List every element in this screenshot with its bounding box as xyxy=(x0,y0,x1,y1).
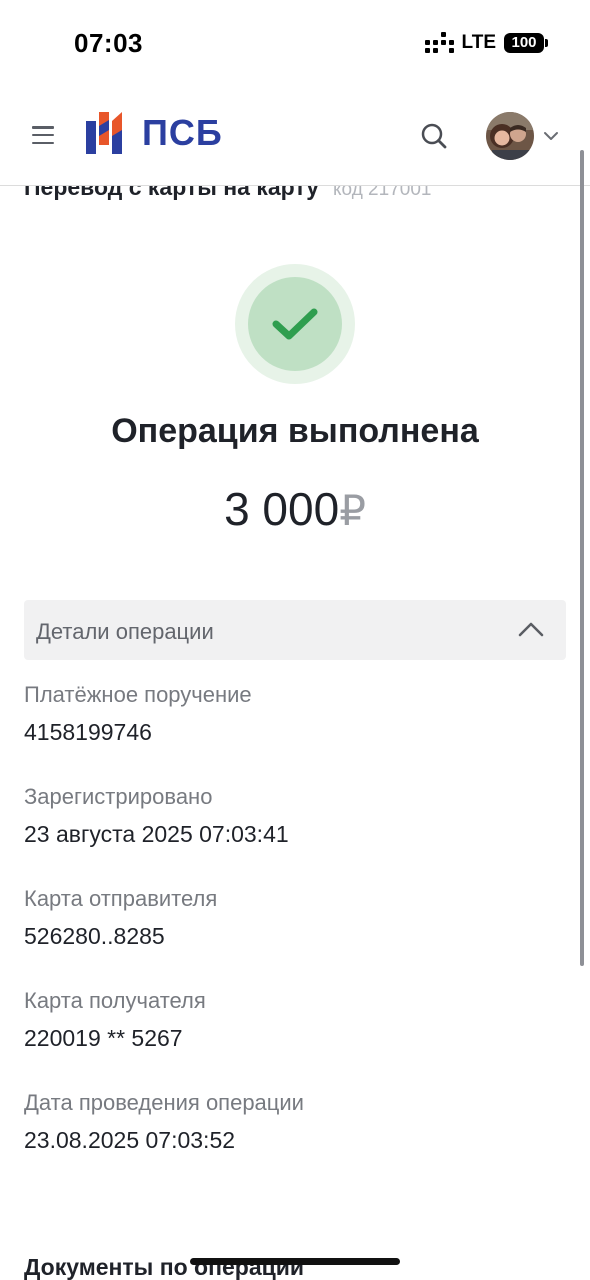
operation-status: Операция выполнена xyxy=(111,412,479,450)
operation-header: Перевод с карты на карту код 217001 xyxy=(24,186,431,201)
hamburger-menu-icon[interactable] xyxy=(32,126,54,144)
field-value: 220019 ** 5267 xyxy=(24,1025,183,1051)
field-payment-order: Платёжное поручение 4158199746 xyxy=(24,682,564,746)
network-type: LTE xyxy=(461,32,496,53)
field-value: 526280..8285 xyxy=(24,923,165,949)
currency-symbol: ₽ xyxy=(339,487,366,534)
field-value: 23 августа 2025 07:03:41 xyxy=(24,821,289,847)
app-header: ПСБ xyxy=(0,90,590,186)
amount-value: 3 000 xyxy=(224,483,340,535)
operation-amount: 3 000₽ xyxy=(0,482,590,536)
main-content[interactable]: Перевод с карты на карту код 217001 Опер… xyxy=(0,186,590,1280)
scrollbar[interactable] xyxy=(580,150,584,966)
logo-text: ПСБ xyxy=(142,112,223,153)
success-badge xyxy=(235,264,355,384)
field-registered: Зарегистрировано 23 августа 2025 07:03:4… xyxy=(24,784,564,848)
signal-icon xyxy=(424,32,454,53)
field-label: Карта отправителя xyxy=(24,886,218,911)
search-icon[interactable] xyxy=(420,122,448,150)
chevron-down-icon[interactable] xyxy=(543,130,559,142)
field-label: Платёжное поручение xyxy=(24,682,252,707)
status-bar: 07:03 LTE 100 xyxy=(0,0,590,90)
battery-icon: 100 xyxy=(504,33,548,53)
user-avatar[interactable] xyxy=(486,112,534,160)
field-recipient-card: Карта получателя 220019 ** 5267 xyxy=(24,988,564,1052)
field-label: Дата проведения операции xyxy=(24,1090,304,1115)
home-indicator[interactable] xyxy=(190,1258,400,1265)
logo-mark-icon xyxy=(86,112,122,154)
success-circle xyxy=(248,277,342,371)
operation-title: Перевод с карты на карту xyxy=(24,186,320,200)
bank-logo[interactable]: ПСБ xyxy=(86,112,223,154)
details-toggle-label: Детали операции xyxy=(36,619,214,644)
field-value: 4158199746 xyxy=(24,719,152,745)
status-time: 07:03 xyxy=(74,28,143,58)
chevron-up-icon[interactable] xyxy=(518,620,544,638)
field-label: Карта получателя xyxy=(24,988,206,1013)
field-value: 23.08.2025 07:03:52 xyxy=(24,1127,236,1153)
field-label: Зарегистрировано xyxy=(24,784,213,809)
checkmark-icon xyxy=(272,308,318,340)
operation-code: код 217001 xyxy=(333,186,432,200)
field-sender-card: Карта отправителя 526280..8285 xyxy=(24,886,564,950)
details-toggle[interactable]: Детали операции xyxy=(24,600,566,660)
status-indicators: LTE 100 xyxy=(424,32,548,54)
field-operation-date: Дата проведения операции 23.08.2025 07:0… xyxy=(24,1090,564,1154)
